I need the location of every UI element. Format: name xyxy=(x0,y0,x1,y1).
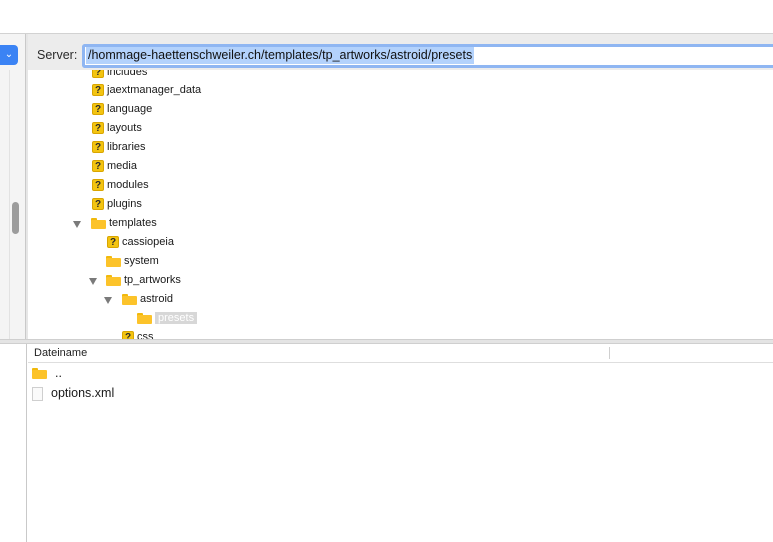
folder-icon xyxy=(106,255,121,267)
expand-triangle-icon[interactable] xyxy=(73,221,81,228)
column-divider[interactable] xyxy=(609,347,610,359)
tree-item-tp-artworks[interactable]: tp_artworks xyxy=(106,271,181,290)
tree-item-templates[interactable]: templates xyxy=(91,214,157,233)
tree-item-css[interactable]: ? css xyxy=(122,328,154,339)
expand-triangle-icon[interactable] xyxy=(104,297,112,304)
server-label: Server: xyxy=(37,48,78,62)
remote-directory-tree: ? includes ? jaextmanager_data ? language ?… xyxy=(28,70,773,339)
unknown-icon: ? xyxy=(122,331,134,339)
unknown-icon: ? xyxy=(92,122,104,135)
unknown-icon: ? xyxy=(92,160,104,173)
file-icon xyxy=(32,386,43,401)
folder-icon xyxy=(106,274,121,286)
tree-item-plugins[interactable]: ? plugins xyxy=(92,195,142,214)
unknown-icon: ? xyxy=(92,103,104,116)
tree-item-modules[interactable]: ? modules xyxy=(92,176,149,195)
file-list-header xyxy=(28,344,773,363)
folder-icon xyxy=(32,368,47,380)
expand-triangle-icon[interactable] xyxy=(89,278,97,285)
local-tree-scrollbar[interactable] xyxy=(12,202,19,234)
server-path-text[interactable]: /hommage-haettenschweiler.ch/templates/t… xyxy=(86,47,475,64)
local-file-list xyxy=(0,344,27,542)
folder-icon xyxy=(91,217,106,229)
unknown-icon: ? xyxy=(107,236,119,249)
pane-divider xyxy=(9,70,10,339)
column-header-filename[interactable]: Dateiname xyxy=(34,347,87,359)
tree-item-language[interactable]: ? language xyxy=(92,100,152,119)
tree-item-jaextmanager-data[interactable]: ? jaextmanager_data xyxy=(92,81,201,100)
tree-item-layouts[interactable]: ? layouts xyxy=(92,119,142,138)
folder-icon xyxy=(137,312,152,324)
unknown-icon: ? xyxy=(92,198,104,211)
local-tree-pane xyxy=(0,34,26,339)
unknown-icon: ? xyxy=(92,179,104,192)
file-row-options-xml[interactable]: options.xml xyxy=(32,383,114,403)
tree-item-presets[interactable]: presets xyxy=(137,309,198,328)
unknown-icon: ? xyxy=(92,84,104,97)
unknown-icon: ? xyxy=(92,141,104,154)
tree-item-astroid[interactable]: astroid xyxy=(122,290,173,309)
local-path-dropdown-button[interactable]: ⌄ xyxy=(0,45,18,65)
tree-item-system[interactable]: system xyxy=(106,252,159,271)
tree-item-libraries[interactable]: ? libraries xyxy=(92,138,146,157)
tree-item-cassiopeia[interactable]: ? cassiopeia xyxy=(107,233,174,252)
file-row-parent[interactable]: .. xyxy=(32,363,62,383)
unknown-icon: ? xyxy=(92,70,104,79)
folder-icon xyxy=(122,293,137,305)
chevron-down-icon: ⌄ xyxy=(4,49,14,60)
toolbar-area xyxy=(0,0,773,33)
tree-item-media[interactable]: ? media xyxy=(92,157,137,176)
